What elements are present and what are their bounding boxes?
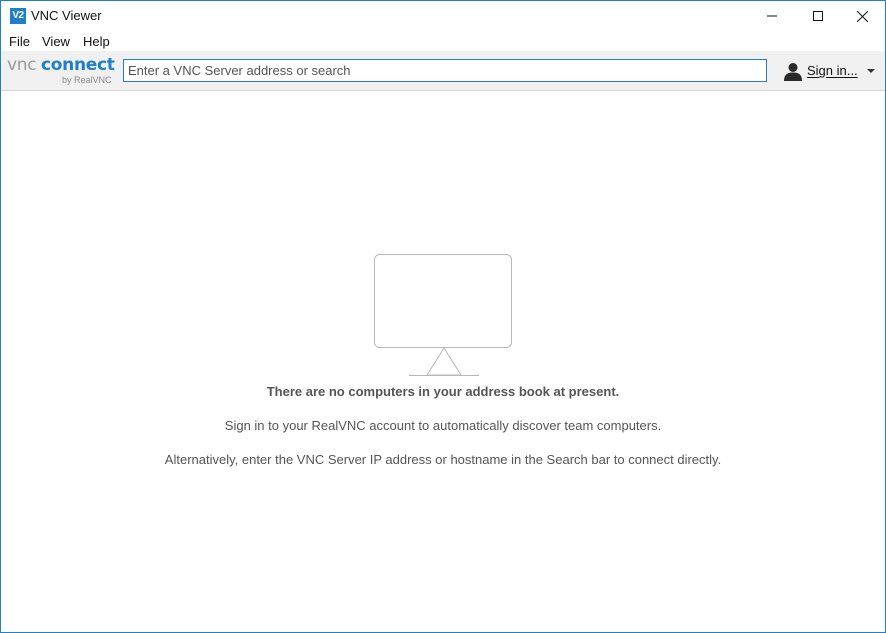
window-title: VNC Viewer xyxy=(31,8,102,23)
chevron-down-icon[interactable] xyxy=(866,67,876,75)
minimize-button[interactable] xyxy=(749,1,795,31)
menu-file[interactable]: File xyxy=(9,34,30,49)
close-button[interactable] xyxy=(839,1,885,31)
address-book-area: There are no computers in your address b… xyxy=(1,92,885,632)
minimize-icon xyxy=(767,15,777,17)
title-bar[interactable]: V2 VNC Viewer xyxy=(1,1,885,31)
toolbar: vnc connect by RealVNC Sign in... xyxy=(1,51,885,91)
vnc-connect-logo: vnc connect by RealVNC xyxy=(7,55,115,87)
maximize-button[interactable] xyxy=(795,1,841,31)
vnc-viewer-window: V2 VNC Viewer File View Help vnc connect… xyxy=(0,0,886,633)
logo-connect-text: connect xyxy=(41,55,115,75)
logo-by-text: by RealVNC xyxy=(62,75,112,85)
maximize-icon xyxy=(813,11,823,21)
menu-bar: File View Help xyxy=(1,31,885,51)
empty-state-signin-hint: Sign in to your RealVNC account to autom… xyxy=(224,418,662,433)
empty-state-heading: There are no computers in your address b… xyxy=(266,384,620,399)
menu-help[interactable]: Help xyxy=(83,34,110,49)
logo-vnc-text: vnc xyxy=(7,55,37,75)
search-input[interactable] xyxy=(123,59,767,82)
sign-in-button[interactable]: Sign in... xyxy=(783,59,879,83)
monitor-icon xyxy=(374,254,512,376)
menu-view[interactable]: View xyxy=(42,34,70,49)
empty-state-search-hint: Alternatively, enter the VNC Server IP a… xyxy=(164,452,722,467)
close-icon xyxy=(856,10,868,22)
user-icon xyxy=(784,63,802,81)
sign-in-label: Sign in... xyxy=(807,63,858,78)
app-icon: V2 xyxy=(10,8,26,24)
